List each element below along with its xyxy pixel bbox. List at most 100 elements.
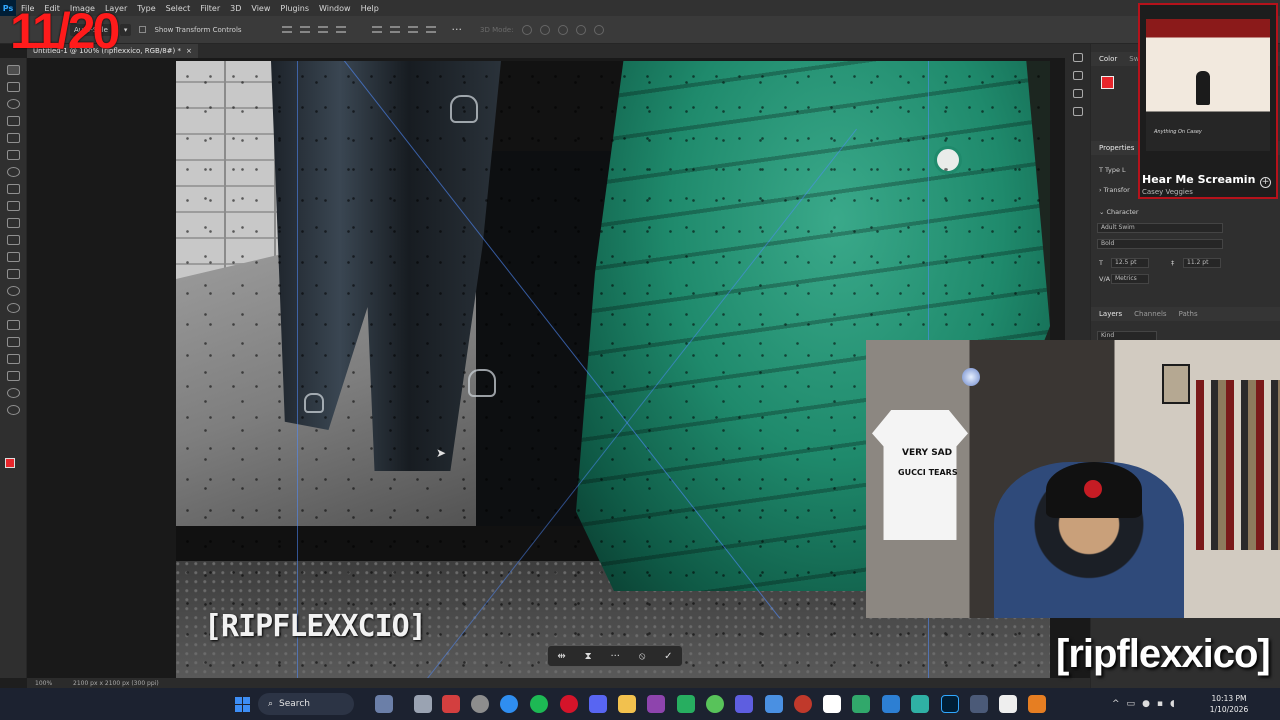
brush-tool-icon[interactable] <box>7 201 20 211</box>
dodge-tool-icon[interactable] <box>7 303 20 313</box>
tray-app-icon[interactable]: ▭ <box>1127 699 1136 709</box>
app-icon[interactable] <box>794 695 812 713</box>
opera-icon[interactable] <box>560 695 578 713</box>
lasso-tool-icon[interactable] <box>7 99 20 109</box>
more-icon[interactable]: ··· <box>610 651 620 662</box>
history-brush-icon[interactable] <box>7 235 20 245</box>
font-family-select[interactable]: Adult Swim <box>1097 223 1223 233</box>
chevron-up-icon[interactable]: ^ <box>1112 699 1120 709</box>
leading-field[interactable]: 11.2 pt <box>1183 258 1221 268</box>
path-select-tool-icon[interactable] <box>7 354 20 364</box>
tab-layers[interactable]: Layers <box>1099 310 1122 318</box>
color-foreground-swatch[interactable] <box>1101 76 1114 89</box>
artboard-tool-icon[interactable] <box>7 82 20 92</box>
drag-3d-icon[interactable] <box>557 24 568 35</box>
controller-icon[interactable] <box>735 695 753 713</box>
history-icon[interactable] <box>1072 53 1083 62</box>
menu-filter[interactable]: Filter <box>195 4 225 13</box>
font-size-field[interactable]: 12.5 pt <box>1111 258 1149 268</box>
roll-3d-icon[interactable] <box>539 24 550 35</box>
kerning-field[interactable]: Metrics <box>1111 274 1149 284</box>
zoom-tool-icon[interactable] <box>7 405 20 415</box>
frame-tool-icon[interactable] <box>7 150 20 160</box>
align-center-icon[interactable] <box>299 26 310 33</box>
zoom-level[interactable]: 100% <box>27 680 73 687</box>
menu-plugins[interactable]: Plugins <box>275 4 314 13</box>
stamp-tool-icon[interactable] <box>7 218 20 228</box>
align-bottom-icon[interactable] <box>407 26 418 33</box>
move-tool-icon[interactable] <box>7 65 20 75</box>
align-top-icon[interactable] <box>371 26 382 33</box>
tab-paths[interactable]: Paths <box>1179 310 1198 318</box>
spotify-icon[interactable] <box>530 695 548 713</box>
network-icon[interactable]: ▪ <box>1157 699 1163 709</box>
app-icon[interactable] <box>823 695 841 713</box>
align-right-icon[interactable] <box>317 26 328 33</box>
blur-tool-icon[interactable] <box>7 286 20 296</box>
vlc-icon[interactable] <box>1028 695 1046 713</box>
align-middle-icon[interactable] <box>389 26 400 33</box>
paragraph-icon[interactable] <box>1072 107 1083 116</box>
tab-properties[interactable]: Properties <box>1099 144 1134 152</box>
chrome-icon[interactable] <box>500 695 518 713</box>
distribute-icon[interactable] <box>335 26 346 33</box>
taskbar-clock[interactable]: 10:13 PM 1/10/2026 <box>1200 693 1258 715</box>
menu-3d[interactable]: 3D <box>225 4 246 13</box>
menu-help[interactable]: Help <box>356 4 384 13</box>
type-tool-icon[interactable] <box>7 337 20 347</box>
font-style-select[interactable]: Bold <box>1097 239 1223 249</box>
menu-view[interactable]: View <box>246 4 275 13</box>
tab-channels[interactable]: Channels <box>1134 310 1166 318</box>
healing-brush-icon[interactable] <box>7 184 20 194</box>
commit-icon[interactable]: ✓ <box>664 651 672 662</box>
pen-tool-icon[interactable] <box>7 320 20 330</box>
discord-icon[interactable] <box>589 695 607 713</box>
more-options-button[interactable]: ··· <box>452 23 463 36</box>
character-icon[interactable] <box>1072 89 1083 98</box>
scale-3d-icon[interactable] <box>593 24 604 35</box>
app-icon[interactable] <box>442 695 460 713</box>
app-icon[interactable] <box>999 695 1017 713</box>
show-transform-checkbox[interactable] <box>139 26 147 33</box>
menu-window[interactable]: Window <box>314 4 356 13</box>
eraser-tool-icon[interactable] <box>7 252 20 262</box>
comments-icon[interactable] <box>1072 71 1083 80</box>
gradient-tool-icon[interactable] <box>7 269 20 279</box>
hand-tool-icon[interactable] <box>7 388 20 398</box>
eyedropper-tool-icon[interactable] <box>7 167 20 177</box>
windows-start-icon[interactable] <box>235 697 250 712</box>
crop-tool-icon[interactable] <box>7 133 20 143</box>
app-icon[interactable] <box>970 695 988 713</box>
orbit-3d-icon[interactable] <box>521 24 532 35</box>
widgets-icon[interactable] <box>375 695 393 713</box>
file-explorer-icon[interactable] <box>618 695 636 713</box>
menu-select[interactable]: Select <box>161 4 196 13</box>
layer-dropdown[interactable]: ▾ <box>119 23 132 36</box>
transform-icon[interactable]: ⧗ <box>585 651 592 662</box>
close-tab-icon[interactable]: × <box>186 47 192 55</box>
plus-circle-icon[interactable]: + <box>1260 177 1271 188</box>
transform-section[interactable]: › Transfor <box>1099 186 1130 194</box>
align-left-icon[interactable] <box>281 26 292 33</box>
app-icon[interactable] <box>706 695 724 713</box>
flip-icon[interactable]: ⇹ <box>557 651 565 662</box>
character-section[interactable]: ⌄ Character <box>1099 208 1139 216</box>
settings-icon[interactable] <box>471 695 489 713</box>
tab-color[interactable]: Color <box>1099 55 1117 63</box>
task-view-icon[interactable] <box>414 695 432 713</box>
object-select-tool-icon[interactable] <box>7 116 20 126</box>
photoshop-taskbar-icon[interactable] <box>941 695 959 713</box>
app-icon[interactable] <box>765 695 783 713</box>
app-icon[interactable] <box>647 695 665 713</box>
app-icon[interactable] <box>882 695 900 713</box>
volume-icon[interactable]: ◖ <box>1170 699 1175 709</box>
rectangle-tool-icon[interactable] <box>7 371 20 381</box>
xbox-icon[interactable] <box>677 695 695 713</box>
app-icon[interactable] <box>852 695 870 713</box>
foreground-color-swatch[interactable] <box>5 458 15 468</box>
slide-3d-icon[interactable] <box>575 24 586 35</box>
taskbar-search[interactable]: ⌕ Search <box>258 693 354 715</box>
app-icon[interactable] <box>911 695 929 713</box>
distribute-vertical-icon[interactable] <box>425 26 436 33</box>
cancel-icon[interactable]: ⦸ <box>639 651 646 662</box>
